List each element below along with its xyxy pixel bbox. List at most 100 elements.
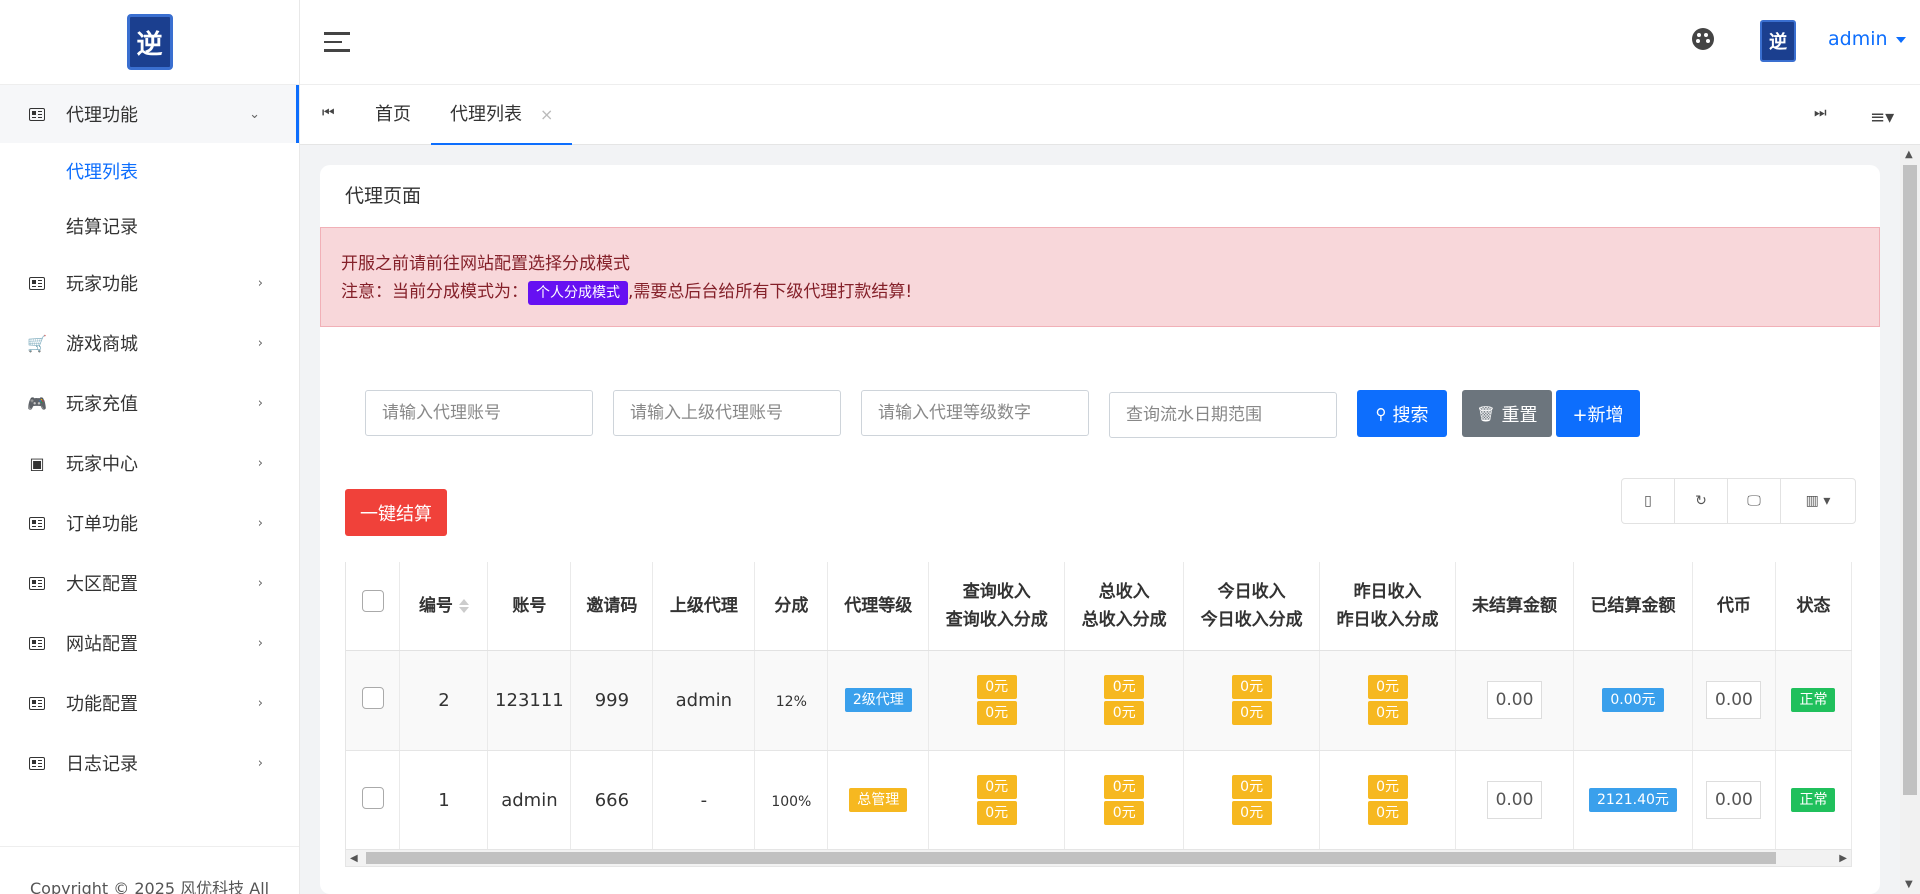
amount-badge: 0元 <box>1104 775 1145 799</box>
tab-next-icon[interactable]: ⏭ <box>1814 105 1827 121</box>
sidebar-item-player[interactable]: 玩家功能 › <box>0 253 299 313</box>
row-checkbox[interactable] <box>361 786 384 809</box>
hamburger-icon[interactable] <box>324 32 350 52</box>
add-button[interactable]: +新增 <box>1556 390 1640 437</box>
sidebar-item-features[interactable]: 功能配置 › <box>0 673 299 733</box>
cell-query: 0元 0元 <box>928 650 1066 751</box>
logo[interactable]: 逆 <box>126 14 173 70</box>
scrollbar-thumb[interactable] <box>1903 165 1917 795</box>
agent-level-input[interactable]: 请输入代理等级数字 <box>861 390 1089 436</box>
col-unsettled: 未结算金额 <box>1455 562 1574 651</box>
column-label: 编号 <box>418 595 453 616</box>
col-account: 账号 <box>487 562 572 651</box>
avatar[interactable]: 逆 <box>1760 20 1796 62</box>
chevron-right-icon: › <box>257 515 263 531</box>
refresh-icon[interactable]: ↻ <box>1675 479 1728 523</box>
table-row[interactable]: 2 123111 999 admin 12% 2级代理 0元 0元 0元 0元 0元… <box>346 650 1852 751</box>
cell-coin: 0.00 <box>1692 650 1776 751</box>
sidebar-item-logs[interactable]: 日志记录 › <box>0 733 299 793</box>
horizontal-scrollbar[interactable]: ◀ ▶ <box>345 849 1852 867</box>
alert-box: 开服之前请前往网站配置选择分成模式 注意：当前分成模式为： 个人分成模式 ,需要总后… <box>320 227 1880 327</box>
menu-card-icon <box>28 635 46 651</box>
row-select-cell <box>346 650 401 751</box>
agent-table: 编号 账号 邀请码 上级代理 分成 代理等级 查询收入 查询收入分成 总收入 总收入… <box>346 562 1852 851</box>
coin-amount[interactable]: 0.00 <box>1706 781 1762 819</box>
palette-icon[interactable] <box>1692 28 1714 50</box>
agent-account-input[interactable]: 请输入代理账号 <box>365 390 593 436</box>
amount-badge: 0元 <box>976 775 1017 799</box>
amount-badge: 0元 <box>1367 775 1408 799</box>
copyright: Copyright © 2025 风优科技 All <box>0 846 299 894</box>
search-icon: ⚲ <box>1375 404 1387 423</box>
cell-today: 0元 0元 <box>1183 750 1321 851</box>
tab-menu-icon[interactable]: ≡▾ <box>1870 107 1894 128</box>
cell-invite: 999 <box>570 650 654 751</box>
row-checkbox[interactable] <box>361 686 384 709</box>
tab-prev-icon[interactable]: ⏮ <box>322 105 335 121</box>
sidebar-item-agent[interactable]: 代理功能 ⌄ <box>0 85 299 143</box>
sidebar-item-site[interactable]: 网站配置 › <box>0 613 299 673</box>
col-status: 状态 <box>1775 562 1852 651</box>
amount-badge: 0元 <box>1231 701 1272 725</box>
sidebar-subitem-settlement[interactable]: 结算记录 <box>0 198 299 253</box>
columns-icon[interactable]: ▥ ▾ <box>1781 479 1855 523</box>
user-menu[interactable]: admin <box>1828 28 1906 50</box>
close-icon[interactable]: × <box>540 105 553 124</box>
button-label: 搜索 <box>1392 404 1429 426</box>
parent-account-input[interactable]: 请输入上级代理账号 <box>613 390 841 436</box>
amount-badge: 0元 <box>1231 675 1272 699</box>
amount-badge: 0元 <box>1104 701 1145 725</box>
unsettled-amount[interactable]: 0.00 <box>1487 681 1542 719</box>
amount-badge: 0元 <box>976 675 1017 699</box>
sidebar-item-player-center[interactable]: ▣ 玩家中心 › <box>0 433 299 493</box>
gamepad-icon: 🎮 <box>27 393 47 413</box>
mobile-view-icon[interactable]: ▯ <box>1622 479 1675 523</box>
alert-text: 注意：当前分成模式为： <box>341 282 528 302</box>
level-badge: 总管理 <box>849 788 908 812</box>
scroll-left-icon[interactable]: ◀ <box>350 853 358 864</box>
col-id[interactable]: 编号 <box>399 562 489 651</box>
column-label: 查询收入 <box>962 581 1031 602</box>
tab-home[interactable]: 首页 <box>356 85 430 145</box>
fullscreen-icon[interactable]: 🖵 <box>1728 479 1781 523</box>
menu-card-icon <box>28 575 46 591</box>
chevron-right-icon: › <box>257 275 263 291</box>
cell-coin: 0.00 <box>1692 750 1776 851</box>
coin-amount[interactable]: 0.00 <box>1706 681 1762 719</box>
sidebar-subitem-agent-list[interactable]: 代理列表 <box>0 143 299 198</box>
cell-total: 0元 0元 <box>1064 750 1185 851</box>
reset-button[interactable]: 🗑 重置 <box>1462 390 1552 437</box>
vertical-scrollbar[interactable]: ▲ ▼ <box>1900 145 1920 894</box>
sidebar-item-shop[interactable]: 🛒 游戏商城 › <box>0 313 299 373</box>
scrollbar-thumb[interactable] <box>366 852 1776 864</box>
date-range-input[interactable]: 查询流水日期范围 <box>1109 392 1337 438</box>
sidebar-item-region[interactable]: 大区配置 › <box>0 553 299 613</box>
sort-icon[interactable] <box>458 598 469 613</box>
cell-unsettled: 0.00 <box>1455 750 1574 851</box>
sidebar-item-recharge[interactable]: 🎮 玩家充值 › <box>0 373 299 433</box>
col-share: 分成 <box>754 562 829 651</box>
alert-line2: 注意：当前分成模式为： 个人分成模式 ,需要总后台给所有下级代理打款结算! <box>341 278 1859 306</box>
amount-badge: 0元 <box>1231 775 1272 799</box>
tab-agent-list[interactable]: 代理列表 × <box>431 85 573 145</box>
table-row[interactable]: 1 admin 666 - 100% 总管理 0元 0元 0元 0元 0元 0元 0元… <box>346 750 1852 851</box>
settle-all-button[interactable]: 一键结算 <box>345 489 447 536</box>
column-label: 总收入分成 <box>1081 609 1167 630</box>
cell-today: 0元 0元 <box>1183 650 1321 751</box>
sidebar-item-orders[interactable]: 订单功能 › <box>0 493 299 553</box>
cell-account: admin <box>487 750 572 851</box>
chevron-right-icon: › <box>257 575 263 591</box>
amount-badge: 0元 <box>1104 675 1145 699</box>
col-query: 查询收入 查询收入分成 <box>928 562 1066 651</box>
scroll-down-icon[interactable]: ▼ <box>1905 879 1913 890</box>
select-all-checkbox[interactable] <box>361 590 384 613</box>
settled-badge: 2121.40元 <box>1589 788 1677 812</box>
sidebar-item-label: 网站配置 <box>66 634 138 655</box>
tab-bar: ⏮ 首页 代理列表 × ⏭ ≡▾ <box>300 85 1920 145</box>
amount-badge: 0元 <box>1367 675 1408 699</box>
scroll-up-icon[interactable]: ▲ <box>1905 149 1913 160</box>
sidebar-item-label: 日志记录 <box>66 754 138 775</box>
scroll-right-icon[interactable]: ▶ <box>1839 853 1847 864</box>
unsettled-amount[interactable]: 0.00 <box>1487 781 1542 819</box>
search-button[interactable]: ⚲ 搜索 <box>1357 390 1447 437</box>
